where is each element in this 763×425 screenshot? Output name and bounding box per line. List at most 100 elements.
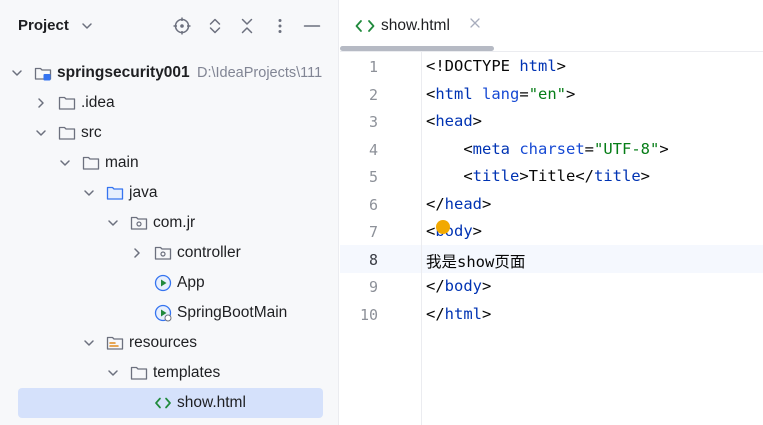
chevron-down-icon[interactable] <box>106 366 120 380</box>
tree-node[interactable]: main <box>0 148 338 178</box>
chevron-down-icon[interactable] <box>10 66 24 80</box>
chevron-right-icon[interactable] <box>34 96 48 110</box>
code-token: charset <box>519 139 585 158</box>
code-token: head <box>435 112 473 130</box>
tree-node-label: main <box>105 154 139 171</box>
line-number: 8 <box>368 250 378 269</box>
code-token: <!DOCTYPE <box>426 57 520 75</box>
code-token: title <box>594 167 641 185</box>
code-token: > <box>566 84 576 103</box>
code-token: = <box>519 84 529 103</box>
line-number: 1 <box>368 58 378 76</box>
tree-node[interactable]: java <box>0 178 338 208</box>
line-number: 2 <box>368 85 378 104</box>
hide-panel-icon[interactable] <box>302 16 322 36</box>
tree-node-label: .idea <box>81 94 115 111</box>
collapse-all-icon[interactable] <box>237 16 257 36</box>
html-file-icon <box>153 393 173 413</box>
folder-icon <box>81 153 101 173</box>
code-line: <meta charset="UTF-8"> <box>426 139 669 158</box>
tab-show-html[interactable]: show.html <box>340 0 496 52</box>
tree-node-label: App <box>177 274 205 291</box>
tree-node-label: show.html <box>177 394 246 411</box>
folder-icon <box>57 123 77 143</box>
html-file-icon <box>354 17 376 35</box>
tree-node[interactable]: resources <box>0 328 338 358</box>
package-icon <box>129 213 149 233</box>
tree-node[interactable]: com.jr <box>0 208 338 238</box>
code-token: > <box>556 57 566 75</box>
code-token: html <box>435 84 483 103</box>
project-view-selector[interactable]: Project <box>18 17 69 34</box>
tab-label: show.html <box>381 17 450 34</box>
code-token: > <box>482 194 492 213</box>
line-number: 3 <box>368 113 378 131</box>
expand-all-icon[interactable] <box>205 16 225 36</box>
tree-node[interactable]: src <box>0 118 338 148</box>
tree-node[interactable]: show.html <box>0 388 338 418</box>
code-token: < <box>426 167 473 185</box>
chevron-down-icon[interactable] <box>82 336 96 350</box>
line-number: 6 <box>368 195 378 214</box>
code-line: <!DOCTYPE html> <box>426 57 566 75</box>
project-tool-window: Project springsecurity001 D:\IdeaProjects… <box>0 0 339 425</box>
code-token: html <box>519 57 557 75</box>
package-icon <box>153 243 173 263</box>
code-token: > <box>482 277 492 295</box>
chevron-down-icon[interactable] <box>82 186 96 200</box>
code-token: </ <box>426 304 445 323</box>
chevron-right-icon[interactable] <box>130 246 144 260</box>
module-path: D:\IdeaProjects\111 <box>197 65 323 81</box>
tree-node[interactable]: .idea <box>0 88 338 118</box>
tree-node-label: templates <box>153 364 221 381</box>
code-line: </head> <box>426 195 491 213</box>
code-token: < <box>426 84 436 103</box>
gutter-marker-dot[interactable] <box>436 220 450 234</box>
code-token: > <box>482 304 492 323</box>
code-token: lang <box>482 84 520 103</box>
code-token: > <box>640 167 651 185</box>
source-folder-icon <box>105 183 125 203</box>
code-token: < <box>426 222 436 240</box>
tree-node[interactable]: templates <box>0 358 338 388</box>
line-number-gutter: 1 2 3 4 5 6 7 8 9 10 <box>340 52 422 425</box>
code-token: < <box>426 112 436 130</box>
code-token: body <box>444 277 482 295</box>
active-tab-indicator <box>340 46 494 51</box>
tree-node[interactable]: springsecurity001 D:\IdeaProjects\111 <box>0 58 338 88</box>
line-number: 9 <box>368 278 378 296</box>
code-token: > <box>659 139 669 158</box>
folder-icon <box>57 93 77 113</box>
close-icon[interactable] <box>468 16 482 30</box>
code-token: meta <box>472 139 520 158</box>
code-token: html <box>444 304 482 323</box>
tree-node-label: src <box>81 124 102 141</box>
code-token: </ <box>426 277 445 295</box>
code-token: "en" <box>528 84 567 103</box>
tree-node-label: SpringBootMain <box>177 304 288 321</box>
resources-folder-icon <box>105 333 125 353</box>
chevron-down-icon[interactable] <box>34 126 48 140</box>
chevron-down-icon[interactable] <box>106 216 120 230</box>
code-line: <head> <box>426 112 482 130</box>
tree-node[interactable]: App <box>0 268 338 298</box>
code-line: <html lang="en"> <box>426 85 575 103</box>
code-line: </body> <box>426 277 491 295</box>
chevron-down-icon[interactable] <box>80 19 94 33</box>
code-token: "UTF-8" <box>594 139 660 158</box>
more-options-icon[interactable] <box>270 16 290 36</box>
folder-icon <box>129 363 149 383</box>
locate-file-icon[interactable] <box>172 16 192 36</box>
chevron-down-icon[interactable] <box>58 156 72 170</box>
code-line: 我是show页面 <box>426 250 525 272</box>
tree-node[interactable]: SpringBootMain <box>0 298 338 328</box>
tree-node[interactable]: controller <box>0 238 338 268</box>
code-token: head <box>444 194 482 213</box>
tree-node-label: springsecurity001 <box>57 64 190 81</box>
code-token: > <box>472 222 483 240</box>
spring-boot-class-icon <box>153 303 173 323</box>
code-token: title <box>472 167 520 185</box>
code-line: </html> <box>426 305 491 323</box>
line-number: 5 <box>368 168 378 186</box>
code-token: = <box>584 139 595 158</box>
